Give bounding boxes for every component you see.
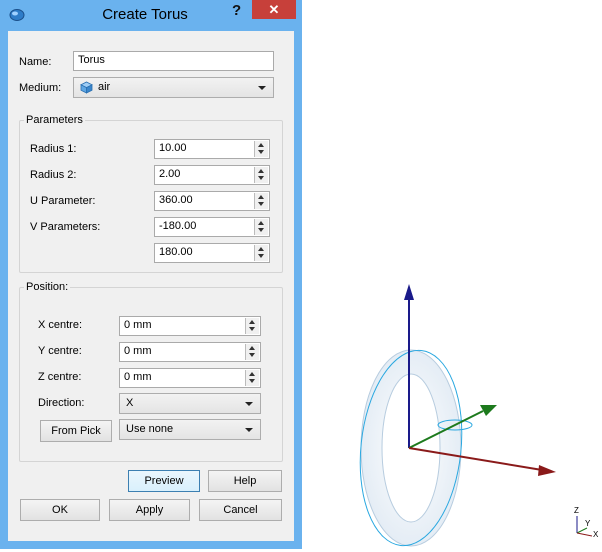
x-centre-spinner[interactable]: [245, 318, 259, 334]
u-parameter-value: 360.00: [159, 194, 193, 206]
up-arrow-icon: [258, 169, 264, 173]
create-torus-dialog: Create Torus ? ✕ Name: Torus Medium: air…: [0, 0, 302, 549]
x-centre-input[interactable]: 0 mm: [119, 316, 261, 336]
radius2-spinner[interactable]: [254, 167, 268, 183]
down-arrow-icon: [258, 202, 264, 206]
z-centre-value: 0 mm: [124, 371, 152, 383]
x-centre-value: 0 mm: [124, 319, 152, 331]
up-arrow-icon: [258, 221, 264, 225]
medium-label: Medium:: [19, 82, 62, 94]
down-arrow-icon: [249, 379, 255, 383]
y-centre-label: Y centre:: [38, 345, 82, 357]
up-arrow-icon: [258, 247, 264, 251]
app-logo-icon: [9, 9, 25, 21]
chevron-down-icon: [245, 428, 253, 432]
parameters-group-title: Parameters: [24, 114, 85, 126]
pick-value: Use none: [126, 423, 174, 435]
y-centre-value: 0 mm: [124, 345, 152, 357]
triad-x-label: X: [593, 530, 599, 539]
x-axis-arrow: [408, 447, 556, 476]
x-centre-label: X centre:: [38, 319, 83, 331]
pick-select[interactable]: Use none: [119, 419, 261, 440]
up-arrow-icon: [249, 320, 255, 324]
direction-value: X: [126, 397, 134, 409]
down-arrow-icon: [249, 353, 255, 357]
up-arrow-icon: [258, 195, 264, 199]
help-button[interactable]: Help: [208, 470, 282, 492]
z-centre-input[interactable]: 0 mm: [119, 368, 261, 388]
viewport-canvas[interactable]: Z Y X: [302, 0, 602, 549]
dialog-body: Name: Torus Medium: air Parameters Radiu…: [8, 31, 294, 541]
triad-z-label: Z: [574, 506, 579, 515]
v-parameter-max-input[interactable]: 180.00: [154, 243, 270, 263]
radius2-value: 2.00: [159, 168, 181, 180]
radius2-input[interactable]: 2.00: [154, 165, 270, 185]
radius1-input[interactable]: 10.00: [154, 139, 270, 159]
ok-button[interactable]: OK: [20, 499, 100, 521]
y-centre-spinner[interactable]: [245, 344, 259, 360]
y-centre-input[interactable]: 0 mm: [119, 342, 261, 362]
context-help-button[interactable]: ?: [232, 2, 241, 19]
up-arrow-icon: [258, 143, 264, 147]
v-parameter-min-input[interactable]: -180.00: [154, 217, 270, 237]
u-parameter-spinner[interactable]: [254, 193, 268, 209]
cube-icon: [80, 81, 93, 94]
window-title: Create Torus: [102, 6, 188, 23]
chevron-down-icon: [245, 402, 253, 406]
direction-select[interactable]: X: [119, 393, 261, 414]
3d-viewport[interactable]: Z Y X: [302, 0, 602, 549]
apply-button[interactable]: Apply: [109, 499, 190, 521]
radius2-label: Radius 2:: [30, 169, 77, 181]
down-arrow-icon: [258, 254, 264, 258]
down-arrow-icon: [258, 176, 264, 180]
up-arrow-icon: [249, 346, 255, 350]
chevron-down-icon: [258, 86, 266, 90]
down-arrow-icon: [258, 228, 264, 232]
u-parameter-label: U Parameter:: [30, 195, 96, 207]
u-parameter-input[interactable]: 360.00: [154, 191, 270, 211]
z-centre-spinner[interactable]: [245, 370, 259, 386]
down-arrow-icon: [249, 327, 255, 331]
medium-select[interactable]: air: [73, 77, 274, 98]
radius1-label: Radius 1:: [30, 143, 77, 155]
close-button[interactable]: ✕: [252, 0, 296, 19]
radius1-spinner[interactable]: [254, 141, 268, 157]
z-centre-label: Z centre:: [38, 371, 82, 383]
up-arrow-icon: [249, 372, 255, 376]
direction-label: Direction:: [38, 397, 85, 409]
v-parameter-max-spinner[interactable]: [254, 245, 268, 261]
name-input[interactable]: Torus: [73, 51, 274, 71]
medium-value: air: [98, 81, 111, 93]
preview-button[interactable]: Preview: [128, 470, 200, 492]
cancel-button[interactable]: Cancel: [199, 499, 282, 521]
v-parameter-min-value: -180.00: [159, 220, 197, 232]
position-group-title: Position:: [24, 281, 71, 293]
axis-triad: Z Y X: [574, 506, 599, 539]
down-arrow-icon: [258, 150, 264, 154]
v-parameters-label: V Parameters:: [30, 221, 101, 233]
v-parameter-min-spinner[interactable]: [254, 219, 268, 235]
from-pick-button[interactable]: From Pick: [40, 420, 112, 442]
triad-y-label: Y: [585, 519, 591, 528]
title-bar[interactable]: Create Torus ? ✕: [0, 0, 302, 30]
radius1-value: 10.00: [159, 142, 187, 154]
v-parameter-max-value: 180.00: [159, 246, 193, 258]
name-label: Name:: [19, 56, 52, 68]
